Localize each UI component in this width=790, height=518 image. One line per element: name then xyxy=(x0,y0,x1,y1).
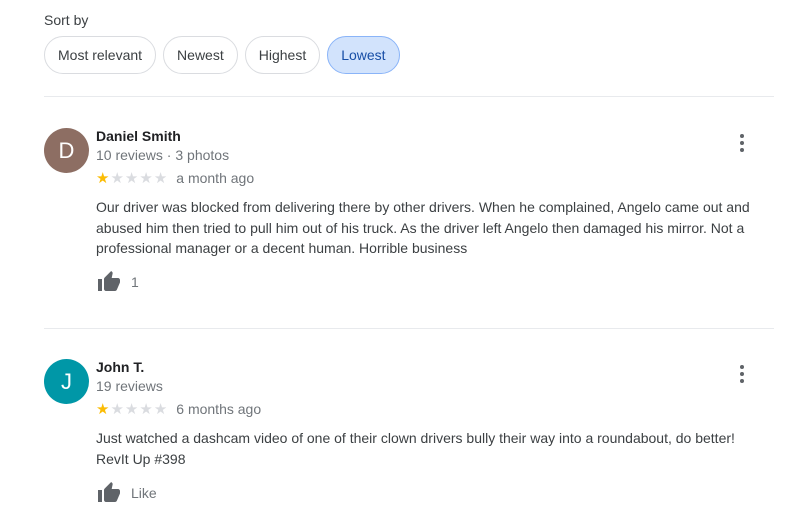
rating-row: ★ ★ ★ ★ ★ 6 months ago xyxy=(96,401,261,417)
reviewer-meta: 10 reviews · 3 photos xyxy=(96,147,230,163)
sort-options: Most relevant Newest Highest Lowest xyxy=(44,36,400,74)
star-icon: ★ xyxy=(96,169,110,187)
rating-row: ★ ★ ★ ★ ★ a month ago xyxy=(96,170,254,186)
reviewer-avatar[interactable]: J xyxy=(44,359,89,404)
sort-highest-chip[interactable]: Highest xyxy=(244,36,321,74)
star-icon: ★ xyxy=(124,169,139,187)
more-vert-icon[interactable] xyxy=(730,131,754,155)
like-button[interactable]: Like xyxy=(96,481,157,505)
review-text: Our driver was blocked from delivering t… xyxy=(96,199,750,256)
like-label: Like xyxy=(131,485,157,501)
star-icon: ★ xyxy=(153,400,168,418)
reviewer-meta: 19 reviews xyxy=(96,378,163,394)
thumb-up-icon xyxy=(98,271,120,291)
star-icon: ★ xyxy=(139,400,153,418)
sort-newest-chip[interactable]: Newest xyxy=(163,36,238,74)
thumb-up-icon xyxy=(98,482,120,502)
more-vert-icon[interactable] xyxy=(730,362,754,386)
like-count: 1 xyxy=(131,274,139,290)
review-time: a month ago xyxy=(176,170,255,186)
star-icon: ★ xyxy=(153,169,168,187)
star-rating: ★ ★ ★ ★ ★ xyxy=(96,171,167,186)
star-icon: ★ xyxy=(110,400,124,418)
divider xyxy=(44,328,774,329)
reviewer-name[interactable]: John T. xyxy=(96,359,144,375)
star-rating: ★ ★ ★ ★ ★ xyxy=(96,402,167,417)
sort-most-relevant-chip[interactable]: Most relevant xyxy=(44,36,157,74)
review-card: J John T. 19 reviews ★ ★ ★ ★ ★ 6 months … xyxy=(44,359,774,509)
star-icon: ★ xyxy=(139,169,153,187)
reviewer-avatar[interactable]: D xyxy=(44,128,89,173)
star-icon: ★ xyxy=(96,400,110,418)
star-icon: ★ xyxy=(110,169,124,187)
divider xyxy=(44,96,774,97)
star-icon: ★ xyxy=(124,400,139,418)
sort-by-label: Sort by xyxy=(44,12,89,28)
like-button[interactable]: 1 xyxy=(96,270,139,294)
reviewer-name[interactable]: Daniel Smith xyxy=(96,128,181,144)
review-card: D Daniel Smith 10 reviews · 3 photos ★ ★… xyxy=(44,128,774,298)
review-text: Just watched a dashcam video of one of t… xyxy=(96,430,735,467)
review-time: 6 months ago xyxy=(176,401,262,417)
sort-lowest-chip[interactable]: Lowest xyxy=(327,36,400,74)
